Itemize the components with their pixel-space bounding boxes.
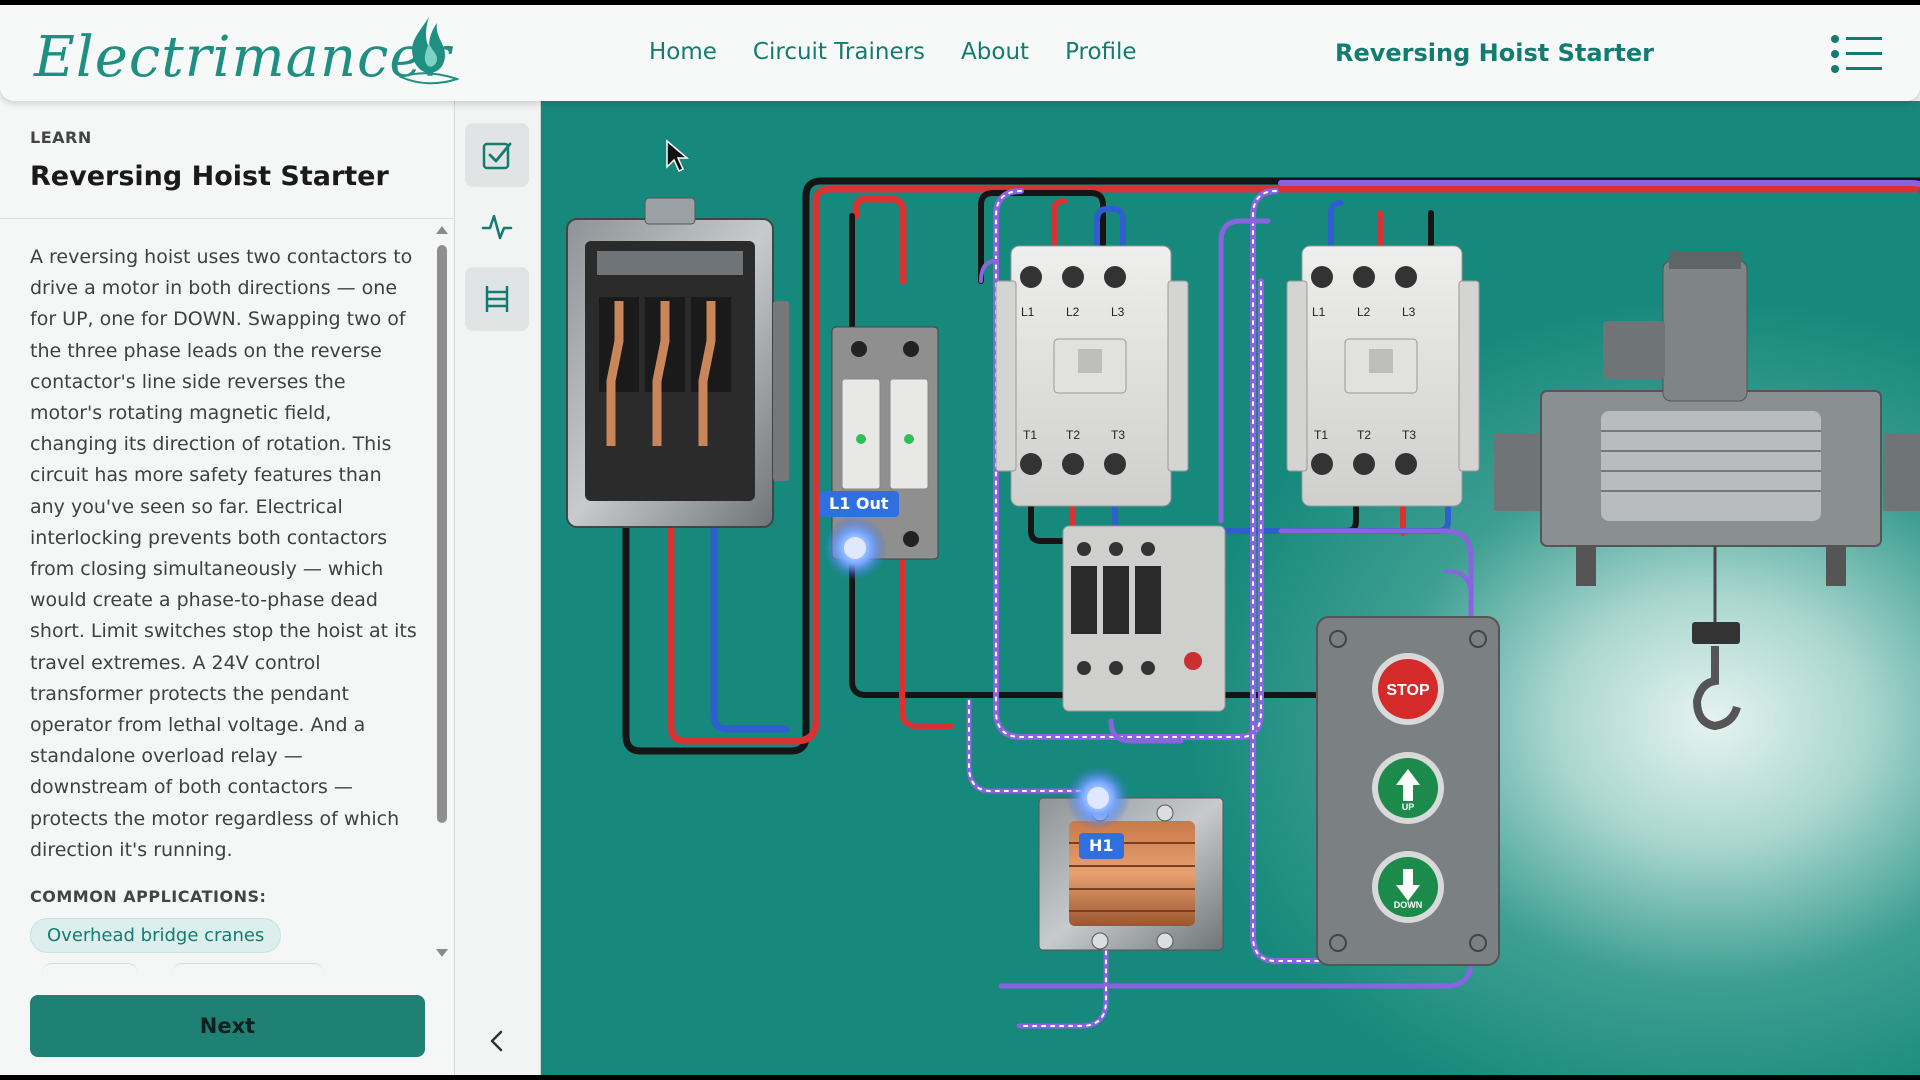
nav-about[interactable]: About <box>961 39 1029 65</box>
terminal-label: L2 <box>1066 305 1080 319</box>
control-transformer <box>1038 797 1224 951</box>
tool-strip <box>455 101 541 1075</box>
application-chip[interactable]: Overhead bridge cranes <box>30 918 282 953</box>
nav-circuit-trainers[interactable]: Circuit Trainers <box>753 39 925 65</box>
checklist-icon <box>482 142 512 170</box>
ladder-diagram-icon <box>485 286 509 312</box>
scroll-down-arrow[interactable] <box>436 949 448 957</box>
logo[interactable]: Electrimancer <box>34 11 459 95</box>
terminal-tag-l1-out: L1 Out <box>819 491 899 517</box>
nav-home[interactable]: Home <box>649 39 717 65</box>
terminal-tag-h1: H1 <box>1079 833 1124 859</box>
next-button[interactable]: Next <box>30 995 425 1057</box>
terminal-label: T1 <box>1314 428 1328 442</box>
logo-text: Electrimancer <box>34 25 452 90</box>
divider <box>0 218 455 219</box>
terminal-label: L3 <box>1111 305 1125 319</box>
terminal-label: L1 <box>1021 305 1035 319</box>
lesson-title: Reversing Hoist Starter <box>30 161 389 192</box>
collapse-panel-button[interactable] <box>475 1019 519 1063</box>
chevron-left-icon <box>490 1030 503 1052</box>
top-header: Electrimancer Home Circuit Trainers Abou… <box>0 5 1920 101</box>
list-menu-icon[interactable] <box>1828 31 1884 77</box>
stop-button[interactable]: STOP <box>1386 682 1430 699</box>
page-title: Reversing Hoist Starter <box>1335 39 1654 67</box>
terminal-label: L2 <box>1357 305 1371 319</box>
scrollbar-thumb[interactable] <box>437 245 447 823</box>
applications-label: COMMON APPLICATIONS: <box>30 887 267 906</box>
up-button[interactable]: UP <box>1402 802 1415 812</box>
terminal-label: L1 <box>1312 305 1326 319</box>
terminal-label: T3 <box>1111 428 1125 442</box>
flame-icon <box>399 17 459 85</box>
contactor-up <box>995 245 1189 507</box>
main-nav: Home Circuit Trainers About Profile <box>649 39 1137 65</box>
terminal-label: T1 <box>1023 428 1037 442</box>
checklist-button[interactable] <box>465 123 529 187</box>
nav-profile[interactable]: Profile <box>1065 39 1137 65</box>
chip-peek <box>42 963 138 975</box>
hoist-motor <box>1494 251 1920 731</box>
section-label: LEARN <box>30 128 92 147</box>
app-window: Electrimancer Home Circuit Trainers Abou… <box>0 5 1920 1075</box>
chip-peek <box>172 963 324 975</box>
waveform-button[interactable] <box>465 195 529 259</box>
mouse-cursor-icon <box>666 139 690 173</box>
terminal-label: T3 <box>1402 428 1416 442</box>
down-button[interactable]: DOWN <box>1394 900 1423 910</box>
terminal-label: T2 <box>1357 428 1371 442</box>
contactor-down <box>1286 245 1480 507</box>
lesson-panel: LEARN Reversing Hoist Starter A reversin… <box>0 101 455 1075</box>
circuit-diagram: L1 L2 L3 T1 T2 T3 L1 L2 L3 T1 T2 T3 STOP… <box>566 139 1920 1029</box>
pendant-station <box>1316 616 1500 966</box>
terminal-label: L3 <box>1402 305 1416 319</box>
ladder-diagram-button[interactable] <box>465 267 529 331</box>
overload-relay <box>1062 525 1226 712</box>
lesson-description: A reversing hoist uses two contactors to… <box>30 246 417 861</box>
circuit-canvas[interactable]: L1 L2 L3 T1 T2 T3 L1 L2 L3 T1 T2 T3 STOP… <box>541 101 1920 1075</box>
terminal-label: T2 <box>1066 428 1080 442</box>
scroll-up-arrow[interactable] <box>436 226 448 234</box>
disconnect-switch <box>566 197 789 528</box>
waveform-icon <box>481 214 513 240</box>
